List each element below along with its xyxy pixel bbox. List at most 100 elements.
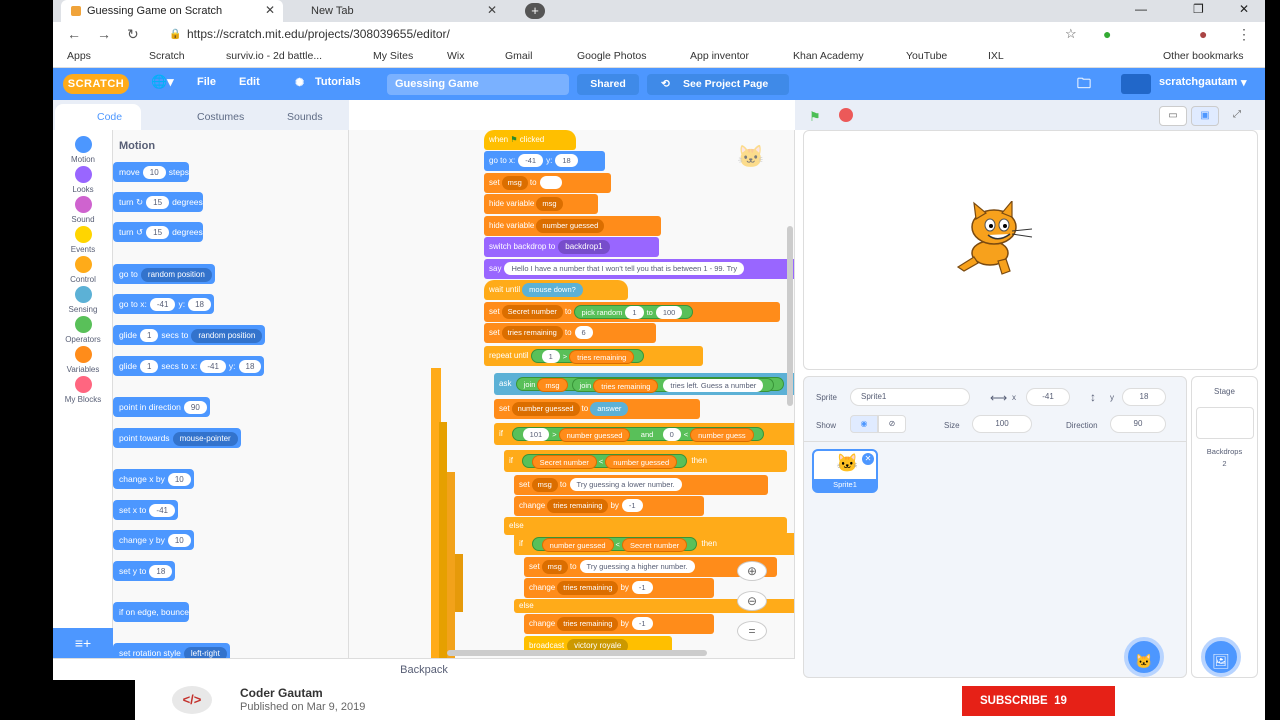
category-events[interactable]: Events [53, 226, 113, 254]
block-input[interactable]: 18 [238, 360, 262, 374]
block-change-tries-3[interactable]: change tries remaining by -1 [524, 614, 714, 634]
block-dropdown[interactable]: mouse-pointer [172, 431, 238, 446]
block-hide-variable-number[interactable]: hide variable number guessed [484, 216, 661, 236]
bookmark-surviv[interactable]: surviv.io - 2d battle... [226, 50, 322, 62]
category-sensing[interactable]: Sensing [53, 286, 113, 314]
join-operator[interactable]: join tries remaining tries left. Guess a n… [571, 377, 775, 393]
block-turn-left[interactable]: turn ↺ 15 degrees [113, 222, 203, 242]
block-dropdown[interactable]: msg [541, 559, 568, 574]
minimize-icon[interactable]: — [1135, 2, 1147, 16]
show-visible-icon[interactable]: ◉ [850, 415, 878, 433]
add-sprite-button[interactable]: 🐱 [1124, 637, 1164, 677]
project-title-input[interactable]: Guessing Game [387, 74, 569, 95]
block-input[interactable]: 1 [541, 350, 560, 364]
tab-sounds[interactable]: Sounds [253, 104, 333, 130]
block-input[interactable]: 1 [625, 306, 644, 320]
block-input[interactable]: -41 [518, 154, 544, 168]
block-if-higher[interactable]: if number guessed < Secret number then [514, 533, 794, 555]
workspace-hscrollbar[interactable] [447, 650, 707, 656]
block-glide-xy[interactable]: glide 1 secs to x: -41 y: 18 [113, 356, 265, 376]
new-tab-button[interactable]: + [525, 3, 545, 19]
browser-tab-newtab[interactable]: New Tab ✕ [285, 0, 505, 22]
channel-avatar[interactable]: </> [172, 686, 212, 714]
block-input[interactable]: 10 [142, 166, 166, 180]
block-dropdown[interactable]: msg [536, 196, 563, 211]
block-dropdown[interactable]: msg [501, 175, 528, 190]
block-input[interactable]: 18 [555, 154, 578, 168]
block-hide-variable-msg[interactable]: hide variable msg [484, 194, 598, 214]
variable-reporter[interactable]: msg [537, 377, 568, 392]
block-dropdown[interactable]: number guessed [536, 218, 605, 233]
small-stage-button[interactable]: ▭ [1159, 106, 1187, 126]
bookmark-star-icon[interactable]: ☆ [1065, 26, 1077, 42]
variable-reporter[interactable]: number guessed [605, 454, 678, 469]
avatar[interactable] [1121, 74, 1151, 94]
forward-icon[interactable]: → [97, 26, 111, 42]
stage-thumbnail[interactable] [1196, 407, 1254, 439]
bookmark-mysites[interactable]: My Sites [373, 50, 413, 62]
block-repeat-until[interactable]: repeat until 1 > tries remaining [484, 346, 703, 366]
bookmark-app-inventor[interactable]: App inventor [690, 50, 749, 62]
block-change-tries-2[interactable]: change tries remaining by -1 [524, 578, 714, 598]
direction-input[interactable]: 90 [1110, 415, 1166, 433]
normal-stage-button[interactable]: ▣ [1191, 106, 1219, 126]
edit-menu[interactable]: Edit [239, 76, 260, 88]
join-operator[interactable]: join msg join tries remaining tries left. Gu… [515, 376, 785, 393]
block-dropdown[interactable]: tries remaining [547, 498, 609, 513]
category-variables[interactable]: Variables [53, 346, 113, 374]
add-extension-button[interactable]: ≡+ [53, 628, 113, 658]
variable-reporter[interactable]: number guess [690, 427, 754, 442]
block-switch-backdrop[interactable]: switch backdrop to backdrop1 [484, 237, 659, 257]
bookmark-youtube[interactable]: YouTube [906, 50, 947, 62]
block-input[interactable]: 18 [149, 565, 173, 579]
tab-code[interactable]: Code [55, 104, 141, 130]
zoom-out-button[interactable]: ⊖ [737, 591, 767, 611]
block-if-lower[interactable]: if Secret number < number guessed then [504, 450, 787, 472]
close-tab-icon[interactable]: ✕ [265, 3, 275, 17]
category-motion[interactable]: Motion [53, 136, 113, 164]
block-glide[interactable]: glide 1 secs to random position [113, 325, 266, 345]
variable-reporter[interactable]: tries remaining [569, 349, 635, 364]
block-dropdown[interactable]: random position [191, 328, 263, 343]
add-backdrop-button[interactable]: 🖼 [1201, 637, 1241, 677]
block-goto[interactable]: go to random position [113, 264, 215, 284]
bookmark-google-photos[interactable]: Google Photos [577, 50, 646, 62]
block-dropdown[interactable]: random position [140, 267, 212, 282]
block-rotation-style[interactable]: set rotation style left-right [113, 643, 230, 658]
menu-icon[interactable]: ⋮ [1237, 26, 1251, 43]
block-input[interactable]: 1 [139, 360, 159, 374]
block-say[interactable]: say Hello I have a number that I won't te… [484, 259, 794, 279]
block-condition[interactable]: mouse down? [522, 282, 583, 297]
tab-costumes[interactable]: Costumes [163, 104, 244, 130]
block-dropdown[interactable]: tries remaining [557, 616, 619, 631]
block-dropdown[interactable]: Secret number [501, 304, 563, 319]
maximize-icon[interactable]: ❐ [1193, 2, 1204, 16]
block-change-y[interactable]: change y by 10 [113, 530, 194, 550]
block-input[interactable]: 1 [139, 329, 159, 343]
variable-reporter[interactable]: Secret number [531, 454, 597, 469]
block-input[interactable]: 101 [522, 428, 550, 442]
block-point-direction[interactable]: point in direction 90 [113, 397, 210, 417]
variable-reporter[interactable]: tries remaining [593, 378, 659, 393]
bookmark-khan-academy[interactable]: Khan Academy [793, 50, 864, 62]
block-set-number-guessed[interactable]: set number guessed to answer [494, 399, 700, 419]
block-dropdown[interactable]: msg [531, 477, 558, 492]
shared-button[interactable]: Shared [577, 74, 639, 95]
less-than-operator[interactable]: number guessed < Secret number [531, 536, 698, 552]
block-move[interactable]: move 10 steps [113, 162, 190, 182]
block-input[interactable]: 90 [183, 401, 207, 415]
block-set-x[interactable]: set x to -41 [113, 500, 178, 520]
channel-name[interactable]: Coder Gautam [240, 686, 323, 700]
fullscreen-icon[interactable]: ⤢ [1223, 106, 1251, 126]
category-my-blocks[interactable]: My Blocks [53, 376, 113, 404]
block-dropdown[interactable]: left-right [183, 646, 227, 658]
stage-canvas[interactable] [803, 130, 1258, 370]
see-project-page-button[interactable]: ⟲ See Project Page [647, 74, 789, 95]
block-input[interactable] [539, 176, 562, 190]
block-dropdown[interactable]: tries remaining [557, 580, 619, 595]
less-than-operator[interactable]: Secret number < number guessed [521, 453, 688, 469]
language-globe-icon[interactable]: 🌐▾ [151, 74, 174, 90]
cat-sprite-icon[interactable] [944, 201, 1039, 276]
block-turn-right[interactable]: turn ↻ 15 degrees [113, 192, 203, 212]
backpack[interactable]: Backpack [53, 658, 795, 680]
